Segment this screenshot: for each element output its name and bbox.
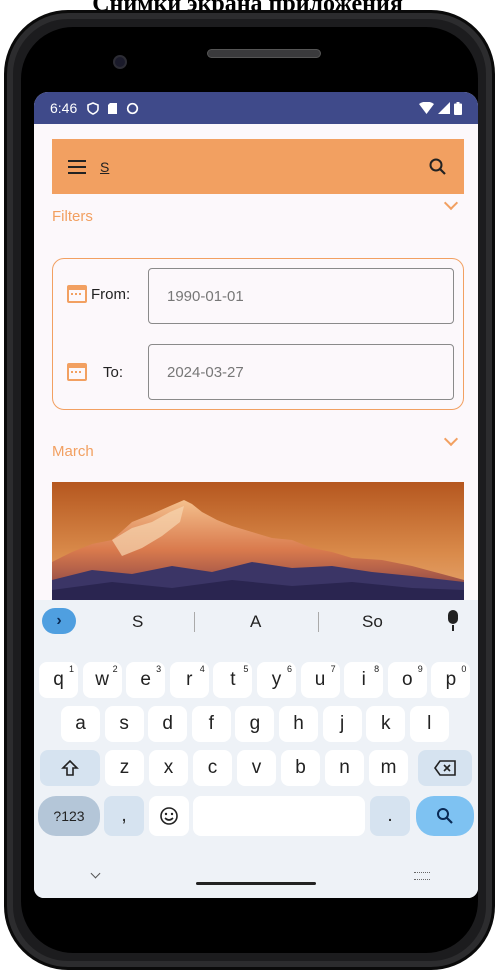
key-f[interactable]: f bbox=[191, 706, 231, 742]
battery-icon bbox=[454, 101, 462, 115]
key-l[interactable]: l bbox=[409, 706, 449, 742]
to-label: To: bbox=[67, 363, 123, 381]
symbols-key[interactable]: ?123 bbox=[38, 796, 100, 836]
search-app-bar: S bbox=[52, 139, 464, 194]
key-h[interactable]: h bbox=[279, 706, 318, 742]
key-a[interactable]: a bbox=[61, 706, 100, 742]
suggestion-strip: › S A So bbox=[34, 600, 478, 642]
suggestion-2[interactable]: A bbox=[250, 612, 261, 632]
key-k[interactable]: k bbox=[366, 706, 406, 742]
sd-card-icon bbox=[108, 102, 118, 114]
expand-toolbar-button[interactable]: › bbox=[42, 608, 76, 634]
key-d[interactable]: d bbox=[148, 706, 188, 742]
wifi-icon bbox=[419, 102, 434, 114]
hide-keyboard-chevron-icon[interactable] bbox=[90, 868, 101, 879]
key-e[interactable]: e3 bbox=[126, 662, 166, 698]
from-label: From: bbox=[67, 285, 130, 303]
key-s[interactable]: s bbox=[104, 706, 144, 742]
key-u[interactable]: u7 bbox=[300, 662, 340, 698]
backspace-icon bbox=[434, 760, 456, 776]
calendar-icon bbox=[67, 285, 87, 303]
vpn-shield-icon bbox=[87, 101, 100, 115]
to-date-field[interactable]: 2024-03-27 bbox=[148, 344, 454, 400]
space-key[interactable] bbox=[193, 796, 365, 836]
status-bar: 6:46 bbox=[34, 92, 478, 124]
menu-icon[interactable] bbox=[68, 159, 86, 174]
mountain-photo[interactable] bbox=[52, 482, 464, 600]
calendar-icon bbox=[67, 363, 87, 381]
key-b[interactable]: b bbox=[281, 750, 320, 786]
key-n[interactable]: n bbox=[325, 750, 364, 786]
front-camera bbox=[113, 55, 127, 69]
key-c[interactable]: c bbox=[193, 750, 232, 786]
key-i[interactable]: i8 bbox=[344, 662, 384, 698]
key-r[interactable]: r4 bbox=[169, 662, 209, 698]
key-x[interactable]: x bbox=[149, 750, 188, 786]
gesture-handle[interactable] bbox=[196, 882, 316, 885]
key-g[interactable]: g bbox=[235, 706, 275, 742]
filters-section-title[interactable]: Filters bbox=[52, 208, 93, 225]
search-enter-key[interactable] bbox=[416, 796, 474, 836]
period-key[interactable]: . bbox=[370, 796, 410, 836]
key-z[interactable]: z bbox=[105, 750, 144, 786]
key-y[interactable]: y6 bbox=[257, 662, 296, 698]
key-q[interactable]: q1 bbox=[39, 662, 78, 698]
backspace-key[interactable] bbox=[418, 750, 472, 786]
search-icon[interactable] bbox=[428, 157, 448, 177]
keyboard-switch-icon[interactable] bbox=[414, 872, 430, 880]
system-navigation-bar bbox=[34, 860, 478, 898]
key-p[interactable]: p0 bbox=[431, 662, 471, 698]
key-v[interactable]: v bbox=[237, 750, 276, 786]
sync-circle-icon bbox=[127, 102, 139, 114]
key-j[interactable]: j bbox=[322, 706, 362, 742]
comma-key[interactable]: , bbox=[104, 796, 144, 836]
search-icon bbox=[437, 808, 453, 824]
signal-icon bbox=[438, 102, 450, 114]
suggestion-1[interactable]: S bbox=[132, 612, 143, 632]
key-w[interactable]: w2 bbox=[82, 662, 122, 698]
microphone-icon[interactable] bbox=[448, 610, 458, 631]
from-date-field[interactable]: 1990-01-01 bbox=[148, 268, 454, 324]
status-time: 6:46 bbox=[50, 100, 78, 116]
emoji-icon bbox=[160, 807, 178, 825]
suggestion-divider bbox=[318, 612, 319, 632]
phone-screen: 6:46 S Filters From: 1990-01-01 To: 2024… bbox=[34, 92, 478, 898]
key-o[interactable]: o9 bbox=[387, 662, 427, 698]
suggestion-3[interactable]: So bbox=[362, 612, 383, 632]
suggestion-divider bbox=[194, 612, 195, 632]
shift-arrow-icon bbox=[61, 759, 79, 776]
on-screen-keyboard: › S A So q1w2e3r4t5y6u7i8o9p0 asdfghjkl … bbox=[34, 600, 478, 898]
month-chevron-down-icon[interactable] bbox=[443, 431, 459, 447]
emoji-key[interactable] bbox=[149, 796, 189, 836]
date-filter-panel: From: 1990-01-01 To: 2024-03-27 bbox=[52, 258, 464, 410]
month-section-title[interactable]: March bbox=[52, 443, 94, 460]
key-m[interactable]: m bbox=[369, 750, 408, 786]
filters-chevron-down-icon[interactable] bbox=[443, 195, 459, 211]
earpiece-speaker bbox=[207, 49, 321, 58]
shift-key[interactable] bbox=[40, 750, 100, 786]
key-t[interactable]: t5 bbox=[213, 662, 253, 698]
search-input[interactable]: S bbox=[100, 159, 109, 175]
